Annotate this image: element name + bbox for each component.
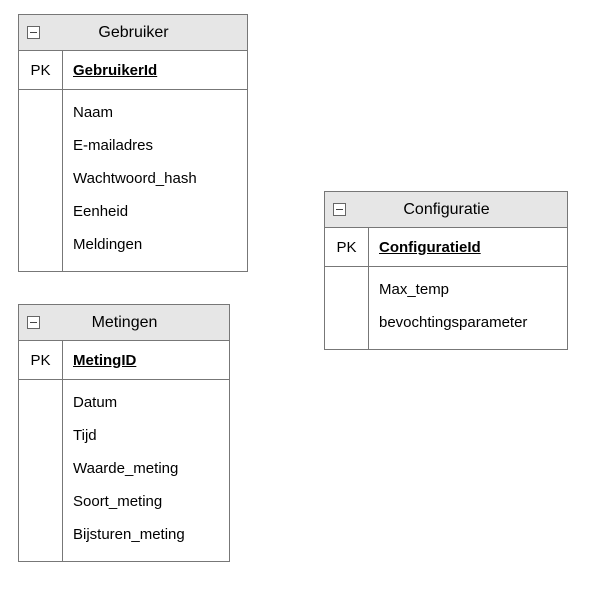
- attr-left-spacer: [19, 90, 63, 271]
- attr-list: Naam E-mailadres Wachtwoord_hash Eenheid…: [63, 90, 247, 271]
- entity-title: Configuratie: [346, 201, 567, 219]
- entity-metingen: Metingen PK MetingID Datum Tijd Waarde_m…: [18, 304, 230, 562]
- entity-header: Configuratie: [325, 192, 567, 228]
- pk-label: PK: [19, 341, 63, 379]
- attr-item: Meldingen: [73, 228, 247, 261]
- attr-item: Eenheid: [73, 195, 247, 228]
- attr-item: Bijsturen_meting: [73, 518, 229, 551]
- attr-left-spacer: [325, 267, 369, 349]
- pk-field: ConfiguratieId: [379, 239, 481, 256]
- attr-left-spacer: [19, 380, 63, 561]
- attr-item: bevochtingsparameter: [379, 306, 567, 339]
- entity-configuratie: Configuratie PK ConfiguratieId Max_temp …: [324, 191, 568, 350]
- entity-header: Metingen: [19, 305, 229, 341]
- pk-label: PK: [325, 228, 369, 266]
- attr-list: Datum Tijd Waarde_meting Soort_meting Bi…: [63, 380, 229, 561]
- entity-title: Gebruiker: [40, 24, 247, 42]
- collapse-icon[interactable]: [27, 26, 40, 39]
- attr-item: E-mailadres: [73, 129, 247, 162]
- pk-field: MetingID: [73, 352, 136, 369]
- attr-item: Soort_meting: [73, 485, 229, 518]
- pk-row: PK ConfiguratieId: [325, 228, 567, 267]
- er-diagram-canvas: Gebruiker PK GebruikerId Naam E-mailadre…: [0, 0, 598, 600]
- attr-block: Naam E-mailadres Wachtwoord_hash Eenheid…: [19, 90, 247, 271]
- attr-list: Max_temp bevochtingsparameter: [369, 267, 567, 349]
- pk-field: GebruikerId: [73, 62, 157, 79]
- attr-block: Max_temp bevochtingsparameter: [325, 267, 567, 349]
- collapse-icon[interactable]: [333, 203, 346, 216]
- attr-item: Waarde_meting: [73, 452, 229, 485]
- attr-item: Datum: [73, 386, 229, 419]
- pk-row: PK GebruikerId: [19, 51, 247, 90]
- attr-item: Tijd: [73, 419, 229, 452]
- attr-item: Max_temp: [379, 273, 567, 306]
- pk-label: PK: [19, 51, 63, 89]
- attr-item: Naam: [73, 96, 247, 129]
- entity-title: Metingen: [40, 314, 229, 332]
- entity-header: Gebruiker: [19, 15, 247, 51]
- attr-item: Wachtwoord_hash: [73, 162, 247, 195]
- pk-row: PK MetingID: [19, 341, 229, 380]
- collapse-icon[interactable]: [27, 316, 40, 329]
- attr-block: Datum Tijd Waarde_meting Soort_meting Bi…: [19, 380, 229, 561]
- entity-gebruiker: Gebruiker PK GebruikerId Naam E-mailadre…: [18, 14, 248, 272]
